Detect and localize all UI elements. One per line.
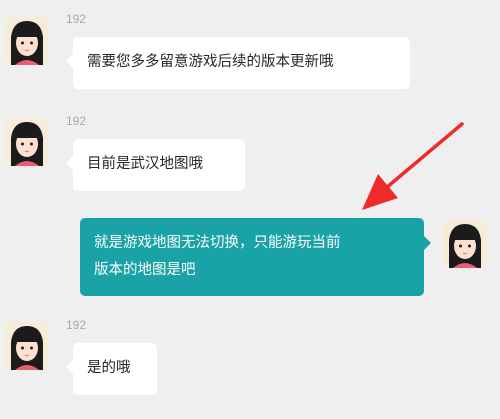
message-text-line: 版本的地图是吧 bbox=[94, 262, 196, 278]
girl-avatar-icon bbox=[5, 118, 49, 166]
red-arrow-icon bbox=[362, 122, 464, 210]
message-text-line: 就是游戏地图无法切换，只能游玩当前 bbox=[94, 235, 341, 251]
girl-avatar-icon bbox=[443, 220, 487, 268]
message-bubble-incoming[interactable]: 是的哦 bbox=[66, 343, 157, 395]
message-bubble-incoming[interactable]: 目前是武汉地图哦 bbox=[66, 139, 245, 191]
sender-name: 192 bbox=[66, 114, 87, 128]
message-bubble-incoming[interactable]: 需要您多多留意游戏后续的版本更新哦 bbox=[66, 37, 410, 89]
girl-avatar-icon bbox=[5, 17, 49, 65]
message-bubble-outgoing[interactable]: 就是游戏地图无法切换，只能游玩当前 版本的地图是吧 bbox=[80, 218, 431, 296]
avatar[interactable] bbox=[5, 118, 49, 166]
avatar[interactable] bbox=[443, 220, 487, 268]
sender-name: 192 bbox=[66, 12, 87, 26]
sender-name: 192 bbox=[66, 318, 87, 332]
avatar[interactable] bbox=[5, 17, 49, 65]
avatar[interactable] bbox=[5, 322, 49, 370]
girl-avatar-icon bbox=[5, 322, 49, 370]
